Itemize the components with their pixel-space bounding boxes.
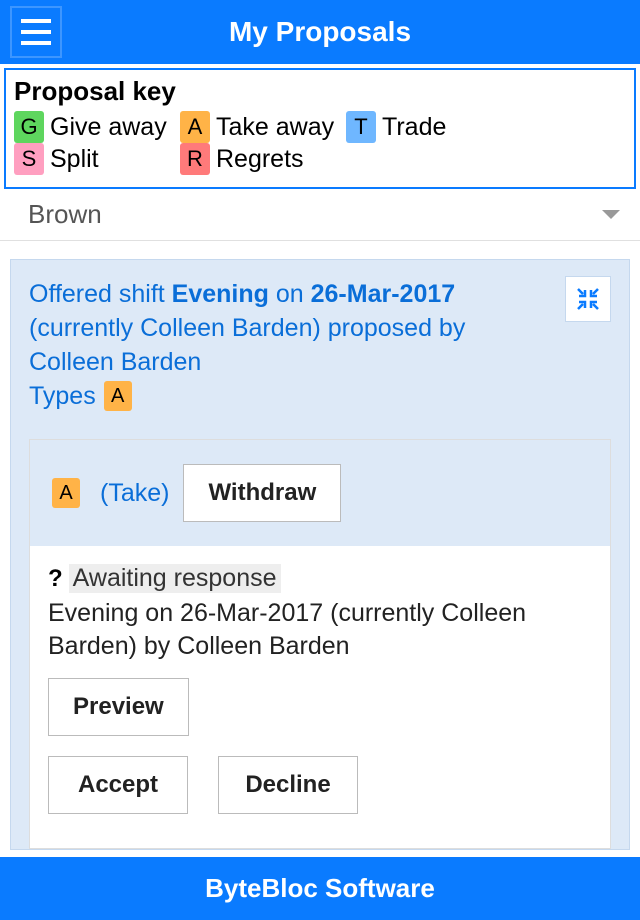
take-badge: A: [52, 478, 80, 508]
status-row: ? Awaiting response: [48, 564, 592, 593]
person-selector-value: Brown: [28, 199, 602, 230]
accept-button[interactable]: Accept: [48, 756, 188, 814]
key-label-split: Split: [50, 145, 99, 174]
app-footer: ByteBloc Software: [0, 857, 640, 920]
shift-date: 26-Mar-2017: [311, 280, 456, 308]
preview-button-row: Preview: [48, 678, 592, 736]
key-label-trade: Trade: [382, 113, 446, 142]
proposal-key-box: Proposal key G Give away A Take away T T…: [4, 68, 636, 189]
types-label: Types: [29, 382, 96, 411]
footer-text: ByteBloc Software: [205, 873, 435, 903]
badge-s: S: [14, 143, 44, 175]
badge-r: R: [180, 143, 210, 175]
proposal-key-row-2: S Split R Regrets: [14, 143, 626, 175]
status-text: Awaiting response: [69, 564, 281, 593]
proposal-key-row-1: G Give away A Take away T Trade: [14, 111, 626, 143]
on-text: on: [269, 280, 311, 308]
page-title: My Proposals: [0, 16, 640, 48]
type-badge-a: A: [104, 381, 132, 411]
menu-button[interactable]: [10, 6, 62, 58]
key-label-regrets: Regrets: [216, 145, 304, 174]
key-item-take-away: A Take away: [180, 111, 340, 143]
app-header: My Proposals: [0, 0, 640, 64]
key-item-split: S Split: [14, 143, 174, 175]
shift-name: Evening: [172, 280, 269, 308]
withdraw-button[interactable]: Withdraw: [183, 464, 341, 522]
take-label: (Take): [100, 479, 169, 508]
collapse-icon: [576, 287, 600, 311]
decline-button[interactable]: Decline: [218, 756, 358, 814]
proposal-card: Offered shift Evening on 26-Mar-2017 (cu…: [10, 259, 630, 850]
badge-t: T: [346, 111, 376, 143]
types-row: Types A: [29, 381, 541, 411]
proposal-summary: Offered shift Evening on 26-Mar-2017 (cu…: [29, 278, 541, 379]
proposal-header: Offered shift Evening on 26-Mar-2017 (cu…: [29, 278, 611, 411]
key-item-trade: T Trade: [346, 111, 446, 143]
collapse-button[interactable]: [565, 276, 611, 322]
offered-prefix: Offered shift: [29, 280, 172, 308]
key-label-give-away: Give away: [50, 113, 167, 142]
status-detail: Evening on 26-Mar-2017 (currently Collee…: [48, 597, 592, 662]
badge-g: G: [14, 111, 44, 143]
preview-button[interactable]: Preview: [48, 678, 189, 736]
proposal-detail-card: A (Take) Withdraw ? Awaiting response Ev…: [29, 439, 611, 849]
chevron-down-icon: [602, 210, 620, 219]
key-item-regrets: R Regrets: [180, 143, 304, 175]
currently-text: (currently Colleen Barden) proposed by C…: [29, 314, 465, 376]
proposal-detail-header: A (Take) Withdraw: [30, 440, 610, 546]
key-item-give-away: G Give away: [14, 111, 174, 143]
action-button-row: Accept Decline: [48, 756, 592, 814]
person-selector[interactable]: Brown: [0, 189, 640, 241]
proposal-key-title: Proposal key: [14, 76, 626, 107]
status-question-icon: ?: [48, 565, 63, 593]
key-label-take-away: Take away: [216, 113, 334, 142]
badge-a: A: [180, 111, 210, 143]
proposal-detail-body: ? Awaiting response Evening on 26-Mar-20…: [30, 546, 610, 848]
